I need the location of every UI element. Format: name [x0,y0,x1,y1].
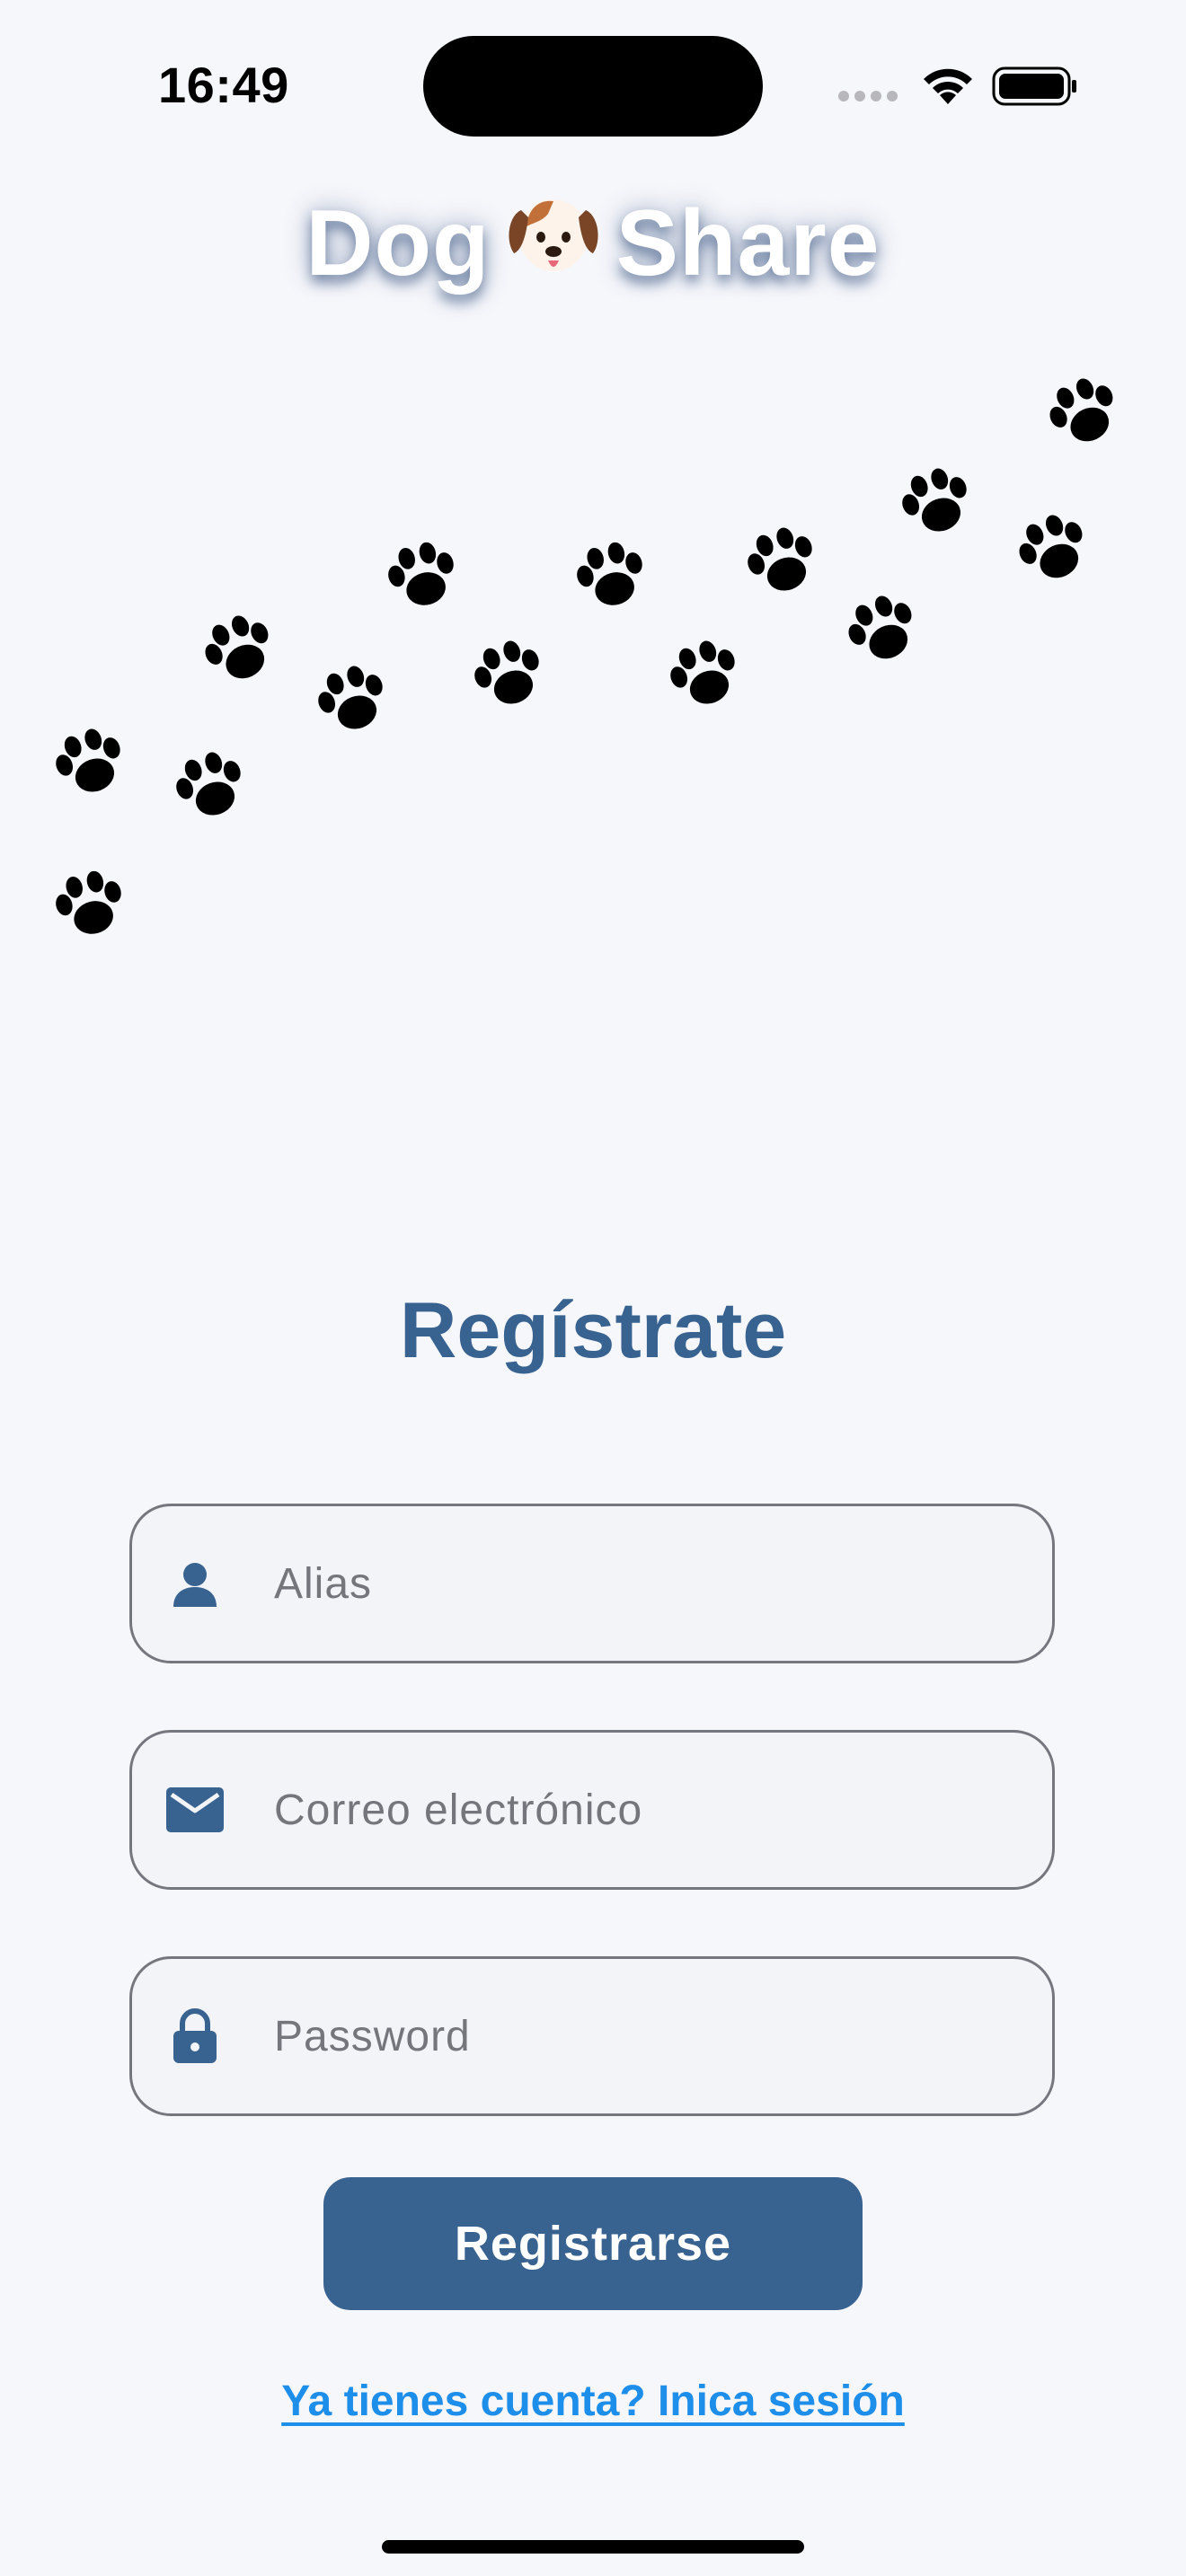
paw-print-icon [1010,506,1096,590]
mail-icon [166,1781,224,1839]
paw-print-icon [382,536,463,613]
login-link[interactable]: Ya tienes cuenta? Inica sesión [0,2377,1186,2426]
status-icons [837,63,1080,108]
alias-input[interactable] [274,1558,1011,1609]
app-title-right: Share [615,191,881,296]
paw-print-icon [48,721,132,802]
battery-icon [992,66,1076,106]
signal-dots-icon [838,91,898,101]
alias-field[interactable] [129,1504,1055,1663]
password-input[interactable] [274,2011,1011,2061]
paw-print-icon [571,536,651,613]
paw-print-icon [662,633,747,714]
app-title: Dog Share [0,190,1186,308]
paw-print-icon [894,461,978,542]
wifi-icon [924,68,972,104]
home-indicator[interactable] [382,2540,804,2554]
paw-print-icon [310,658,394,739]
paw-print-icon [196,606,282,691]
register-button[interactable]: Registrarse [323,2177,863,2310]
email-field[interactable] [129,1730,1055,1890]
password-field[interactable] [129,1956,1055,2116]
dog-face-icon [503,187,604,303]
status-time: 16:49 [158,57,289,113]
person-icon [166,1555,224,1612]
dynamic-island [423,36,763,137]
paw-print-icon [466,633,551,714]
lock-icon [166,2007,224,2065]
paw-print-icon [1040,369,1127,454]
paw-print-icon [839,587,925,671]
paw-print-icon [739,520,824,601]
app-title-left: Dog [305,191,491,296]
paw-print-icon [168,745,252,825]
page-title: Regístrate [399,1285,787,1374]
paw-print-icon [49,865,130,942]
email-input[interactable] [274,1785,1011,1835]
